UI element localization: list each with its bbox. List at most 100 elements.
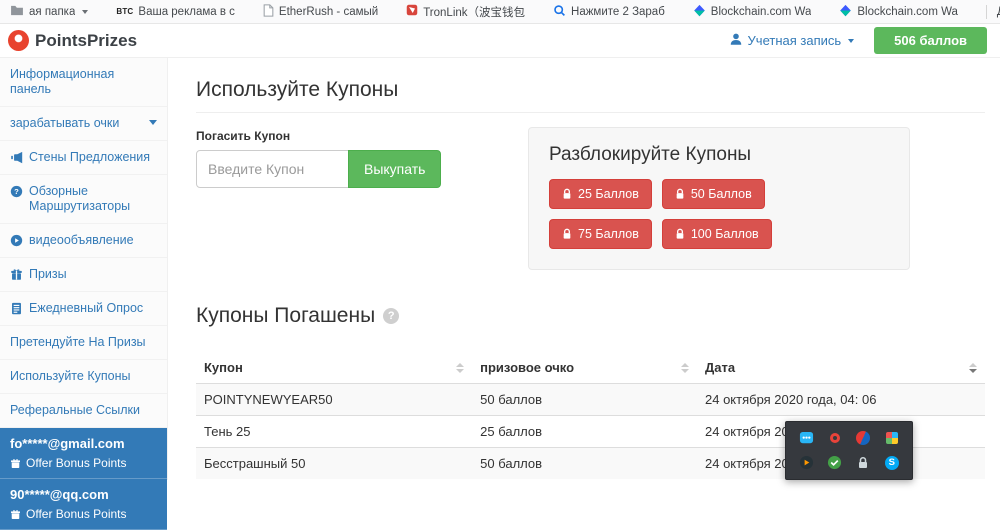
column-header-date[interactable]: Дата [697, 352, 985, 384]
account-menu[interactable]: Учетная запись [729, 32, 855, 49]
sidebar-account-gmail[interactable]: fo*****@gmail.com Offer Bonus Points [0, 428, 167, 479]
bookmark-ad[interactable]: BTC Ваша реклама в с [116, 6, 235, 18]
bookmark-label: EtherRush - самый [279, 6, 378, 18]
tronlink-icon [406, 4, 418, 19]
bookmark-blockchain-2[interactable]: Blockchain.com Wa [839, 4, 958, 20]
document-icon [263, 4, 274, 20]
caret-down-icon [82, 10, 88, 14]
tray-red-ring-icon[interactable] [827, 430, 843, 446]
points-badge[interactable]: 506 баллов [874, 27, 987, 54]
column-header-coupon[interactable]: Купон [196, 352, 472, 384]
sidebar-item-referral-links[interactable]: Реферальные Ссылки [0, 394, 167, 428]
sidebar-item-earn-points[interactable]: зарабатывать очки [0, 107, 167, 141]
brand-logo[interactable]: PointsPrizes [8, 30, 137, 51]
bookmark-label: TronLink（波宝钱包 [423, 4, 525, 20]
help-icon[interactable]: ? [383, 308, 399, 324]
play-circle-icon [10, 234, 23, 247]
unlock-75-button[interactable]: 75 Баллов [549, 219, 652, 249]
sidebar-item-label: зарабатывать очки [10, 116, 119, 131]
account-email: 90*****@qq.com [10, 487, 157, 503]
cell-coupon: Бесстрашный 50 [196, 448, 472, 480]
sidebar-item-prizes[interactable]: Призы [0, 258, 167, 292]
bookmark-label: Blockchain.com Wa [857, 6, 958, 18]
tray-media-player-icon[interactable] [798, 455, 814, 471]
account-email: fo*****@gmail.com [10, 436, 157, 452]
unlock-button-label: 50 Баллов [691, 187, 752, 201]
lock-icon [675, 228, 685, 240]
sidebar-item-label: Обзорные Маршрутизаторы [29, 184, 157, 214]
bookmark-tronlink[interactable]: TronLink（波宝钱包 [406, 4, 525, 20]
bookmark-label: Нажмите 2 Зараб [571, 6, 665, 18]
divider [196, 112, 985, 113]
tray-color-grid-icon[interactable] [884, 430, 900, 446]
tray-lock-icon[interactable] [855, 455, 871, 471]
sort-icon [456, 363, 464, 373]
folder-icon [10, 5, 24, 19]
bookmark-label: ая папка [29, 6, 75, 18]
bookmark-label: Blockchain.com Wa [711, 6, 812, 18]
sidebar-item-label: Используйте Купоны [10, 369, 130, 384]
lock-icon [562, 188, 572, 200]
gift-icon [10, 458, 21, 469]
bookmark-folder[interactable]: ая папка [10, 5, 88, 19]
unlock-button-label: 100 Баллов [691, 227, 759, 241]
brand-name: PointsPrizes [35, 31, 137, 51]
sidebar: Информационная панель зарабатывать очки … [0, 58, 168, 480]
cell-points: 50 баллов [472, 448, 697, 480]
unlock-100-button[interactable]: 100 Баллов [662, 219, 772, 249]
history-title: Купоны Погашены [196, 304, 375, 328]
lock-icon [562, 228, 572, 240]
tray-red-blue-app-icon[interactable] [855, 430, 871, 446]
tray-skype-icon[interactable]: S [885, 456, 899, 470]
unlock-panel-title: Разблокируйте Купоны [549, 144, 889, 166]
sidebar-item-dashboard[interactable]: Информационная панель [0, 58, 167, 107]
blockchain-icon [839, 4, 852, 20]
sidebar-item-daily-poll[interactable]: Ежедневный Опрос [0, 292, 167, 326]
redeem-form: Погасить Купон Выкупать [196, 129, 441, 188]
sidebar-item-survey-routers[interactable]: ? Обзорные Маршрутизаторы [0, 175, 167, 224]
cell-points: 25 баллов [472, 416, 697, 448]
bookmark-blockchain-1[interactable]: Blockchain.com Wa [693, 4, 812, 20]
account-label: Учетная запись [748, 33, 842, 48]
sidebar-item-label: Претендуйте На Призы [10, 335, 146, 350]
cell-date: 24 октября 2020 года, 04: 06 [697, 384, 985, 416]
page-title: Используйте Купоны [196, 78, 985, 102]
pointsprizes-logo-icon [8, 30, 29, 51]
sidebar-item-label: Ежедневный Опрос [29, 301, 143, 316]
blockchain-icon [693, 4, 706, 20]
gift-icon [10, 509, 21, 520]
main-content: Используйте Купоны Погасить Купон Выкупа… [168, 58, 1000, 480]
tray-chat-icon[interactable] [798, 430, 814, 446]
person-icon [729, 32, 743, 49]
bookmarks-right: Другие закладки [986, 5, 1000, 19]
sidebar-account-qq[interactable]: 90*****@qq.com Offer Bonus Points [0, 479, 167, 530]
sort-icon [969, 363, 977, 373]
sidebar-item-use-coupons[interactable]: Используйте Купоны [0, 360, 167, 394]
megaphone-icon [10, 151, 23, 164]
table-header-row: Купон призовое очко Дата [196, 352, 985, 384]
account-note: Offer Bonus Points [26, 507, 127, 521]
sidebar-item-video-ads[interactable]: видеообъявление [0, 224, 167, 258]
redeem-button[interactable]: Выкупать [348, 150, 441, 188]
bookmark-etherrush[interactable]: EtherRush - самый [263, 4, 378, 20]
account-note: Offer Bonus Points [26, 456, 127, 470]
tray-green-check-icon[interactable] [827, 455, 843, 471]
column-header-points[interactable]: призовое очко [472, 352, 697, 384]
sidebar-item-label: Призы [29, 267, 67, 282]
cell-coupon: Тень 25 [196, 416, 472, 448]
prize-icon [10, 268, 23, 281]
survey-icon [10, 302, 23, 315]
sidebar-item-offer-walls[interactable]: Стены Предложения [0, 141, 167, 175]
system-tray-popup: S [785, 421, 913, 480]
sidebar-item-claim-prizes[interactable]: Претендуйте На Призы [0, 326, 167, 360]
sort-icon [681, 363, 689, 373]
unlock-50-button[interactable]: 50 Баллов [662, 179, 765, 209]
unlock-25-button[interactable]: 25 Баллов [549, 179, 652, 209]
sidebar-item-label: Реферальные Ссылки [10, 403, 140, 418]
bookmark-click-earn[interactable]: Нажмите 2 Зараб [553, 4, 665, 20]
coupon-input[interactable] [196, 150, 349, 188]
cell-coupon: POINTYNEWYEAR50 [196, 384, 472, 416]
redeem-coupon-label: Погасить Купон [196, 129, 441, 143]
cell-points: 50 баллов [472, 384, 697, 416]
caret-down-icon [848, 39, 854, 43]
